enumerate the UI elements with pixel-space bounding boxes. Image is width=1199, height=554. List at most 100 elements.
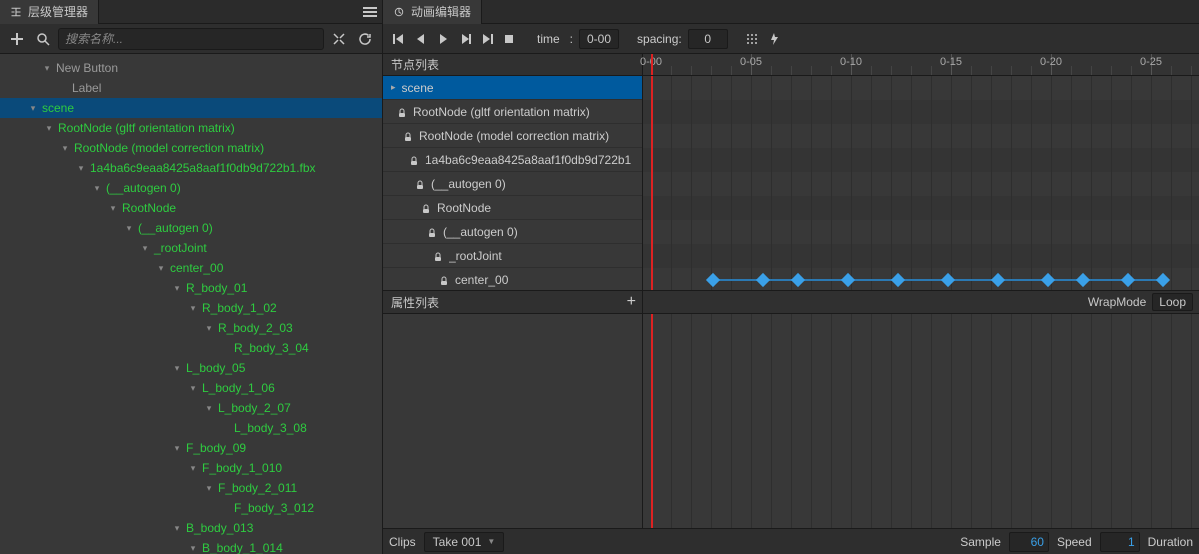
nodelist-row[interactable]: (__autogen 0) (383, 172, 642, 196)
play-button[interactable] (433, 28, 453, 50)
tree-node[interactable]: ▾B_body_1_014 (0, 538, 382, 554)
time-sep: : (570, 32, 573, 46)
expand-arrow-icon[interactable]: ▾ (156, 263, 166, 274)
tree-node[interactable]: ▾RootNode (0, 198, 382, 218)
lock-icon (415, 179, 425, 189)
sample-label: Sample (960, 535, 1001, 549)
tree-node[interactable]: ▾R_body_1_02 (0, 298, 382, 318)
expand-arrow-icon[interactable]: ▾ (172, 443, 182, 454)
tree-node[interactable]: ▾L_body_05 (0, 358, 382, 378)
expand-arrow-icon[interactable]: ▾ (188, 383, 198, 394)
sample-value[interactable]: 60 (1009, 532, 1049, 552)
expand-arrow-icon[interactable]: ▾ (188, 463, 198, 474)
tree-node[interactable]: F_body_3_012 (0, 498, 382, 518)
expand-arrow-icon[interactable]: ▾ (108, 203, 118, 214)
nodelist-label: (__autogen 0) (431, 177, 506, 191)
expand-arrow-icon[interactable]: ▾ (172, 523, 182, 534)
tree-node[interactable]: Label (0, 78, 382, 98)
tree-node-label: R_body_01 (186, 281, 247, 295)
hierarchy-search[interactable] (58, 28, 324, 50)
expand-arrow-icon[interactable]: ▾ (204, 403, 214, 414)
add-property-button[interactable]: + (627, 293, 636, 311)
tree-node[interactable]: ▾F_body_09 (0, 438, 382, 458)
panel-menu-button[interactable] (358, 0, 382, 24)
nodelist-label: center_00 (455, 273, 508, 287)
expand-arrow-icon[interactable]: ▾ (92, 183, 102, 194)
tree-node[interactable]: ▾RootNode (gltf orientation matrix) (0, 118, 382, 138)
tree-node[interactable]: ▾R_body_2_03 (0, 318, 382, 338)
expand-arrow-icon[interactable]: ▾ (124, 223, 134, 234)
clip-dropdown[interactable]: Take 001 ▼ (424, 532, 505, 552)
proplist-area[interactable] (383, 314, 643, 528)
tree-node[interactable]: ▾L_body_1_06 (0, 378, 382, 398)
tree-node[interactable]: ▾1a4ba6c9eaa8425a8aaf1f0db9d722b1.fbx (0, 158, 382, 178)
prev-frame-button[interactable] (411, 28, 431, 50)
tree-node[interactable]: ▾ R_body_01 (0, 278, 382, 298)
tree-node[interactable]: ▾RootNode (model correction matrix) (0, 138, 382, 158)
search-button[interactable] (32, 28, 54, 50)
search-input[interactable] (65, 32, 317, 46)
collapse-all-button[interactable] (328, 28, 350, 50)
expand-arrow-icon[interactable]: ▾ (140, 243, 150, 254)
tree-node[interactable]: ▾F_body_1_010 (0, 458, 382, 478)
nodelist-row[interactable]: ▸scene (383, 76, 642, 100)
nodelist-row[interactable]: center_00 (383, 268, 642, 290)
tree-node[interactable]: ▾(__autogen 0) (0, 178, 382, 198)
tree-node[interactable]: ▾_rootJoint (0, 238, 382, 258)
tree-node[interactable]: ▾L_body_2_07 (0, 398, 382, 418)
nodelist-row[interactable]: RootNode (model correction matrix) (383, 124, 642, 148)
next-frame-button[interactable] (455, 28, 475, 50)
chevron-down-icon: ▼ (487, 537, 495, 546)
wrapmode-value[interactable]: Loop (1152, 293, 1193, 311)
timeline-area[interactable] (643, 76, 1199, 290)
tree-node[interactable]: R_body_3_04 (0, 338, 382, 358)
expand-arrow-icon[interactable]: ▾ (172, 283, 182, 294)
expand-arrow-icon[interactable]: ▾ (204, 483, 214, 494)
animation-editor-panel: 动画编辑器 time : 0-00 spacing: 0 节点列 (383, 0, 1199, 554)
expand-arrow-icon[interactable]: ▾ (188, 303, 198, 314)
nodelist-row[interactable]: _rootJoint (383, 244, 642, 268)
tree-node[interactable]: L_body_3_08 (0, 418, 382, 438)
nodelist-row[interactable]: RootNode (gltf orientation matrix) (383, 100, 642, 124)
wrapmode-label: WrapMode (1088, 295, 1146, 309)
expand-arrow-icon[interactable]: ▾ (172, 363, 182, 374)
speed-value[interactable]: 1 (1100, 532, 1140, 552)
expand-arrow-icon[interactable]: ▾ (188, 543, 198, 554)
last-frame-button[interactable] (477, 28, 497, 50)
expand-arrow-icon[interactable]: ▾ (28, 103, 38, 114)
expand-arrow-icon[interactable]: ▾ (44, 123, 54, 134)
expand-arrow-icon[interactable]: ▾ (60, 143, 70, 154)
animator-tab[interactable]: 动画编辑器 (383, 0, 482, 24)
tree-node[interactable]: ▾scene (0, 98, 382, 118)
nodelist-row[interactable]: (__autogen 0) (383, 220, 642, 244)
snap-button[interactable] (742, 28, 762, 50)
nodelist-title: 节点列表 (391, 56, 439, 73)
refresh-button[interactable] (354, 28, 376, 50)
hierarchy-tree[interactable]: ▾New ButtonLabel▾scene▾RootNode (gltf or… (0, 54, 382, 554)
speed-label: Speed (1057, 535, 1092, 549)
expand-arrow-icon[interactable]: ▸ (391, 82, 396, 93)
expand-arrow-icon[interactable]: ▾ (42, 63, 52, 74)
nodelist-row[interactable]: RootNode (383, 196, 642, 220)
nodelist-row[interactable]: 1a4ba6c9eaa8425a8aaf1f0db9d722b1 (383, 148, 642, 172)
tree-node[interactable]: ▾F_body_2_011 (0, 478, 382, 498)
animator-nodelist[interactable]: ▸sceneRootNode (gltf orientation matrix)… (383, 76, 643, 290)
tree-node[interactable]: ▾center_00 (0, 258, 382, 278)
time-label: time (537, 32, 560, 46)
event-button[interactable] (764, 28, 784, 50)
property-timeline-area[interactable] (643, 314, 1199, 528)
tree-node[interactable]: ▾New Button (0, 58, 382, 78)
first-frame-button[interactable] (389, 28, 409, 50)
spacing-value[interactable]: 0 (688, 29, 728, 49)
tree-node[interactable]: ▾B_body_013 (0, 518, 382, 538)
add-node-button[interactable] (6, 28, 28, 50)
animator-tabbar: 动画编辑器 (383, 0, 1199, 24)
hierarchy-tab[interactable]: 层级管理器 (0, 0, 99, 24)
expand-arrow-icon[interactable]: ▾ (204, 323, 214, 334)
stop-button[interactable] (499, 28, 519, 50)
timeline-ruler[interactable]: 0-000-050-100-150-200-25 (643, 54, 1199, 75)
time-value[interactable]: 0-00 (579, 29, 619, 49)
expand-arrow-icon[interactable]: ▾ (76, 163, 86, 174)
animator-footer: Clips Take 001 ▼ Sample 60 Speed 1 Durat… (383, 528, 1199, 554)
tree-node[interactable]: ▾(__autogen 0) (0, 218, 382, 238)
